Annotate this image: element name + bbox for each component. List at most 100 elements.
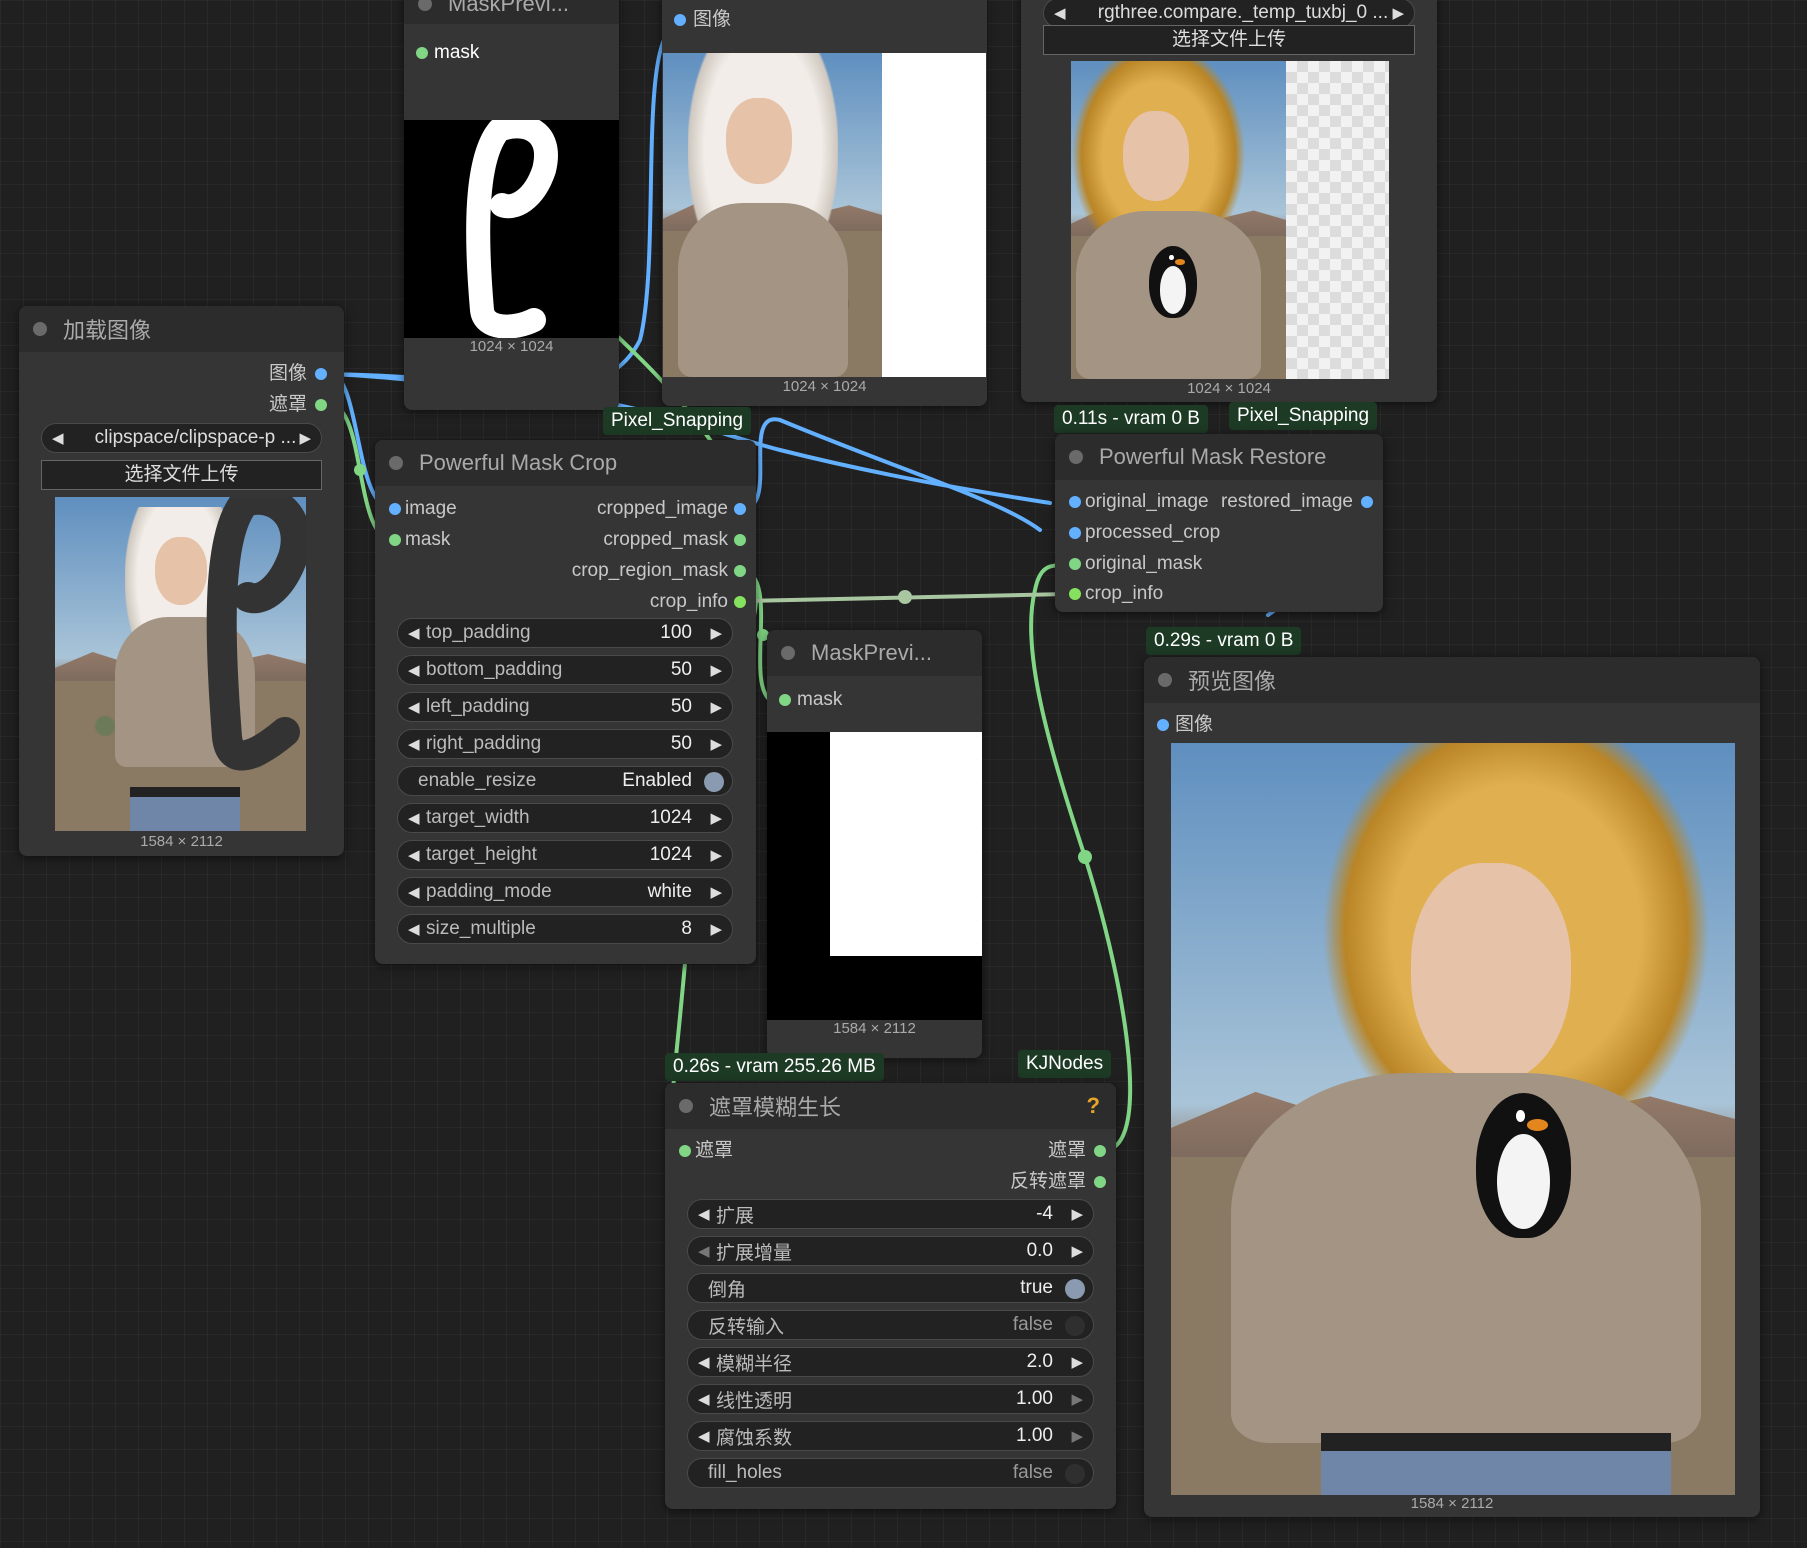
increment-icon[interactable]: ▶: [710, 661, 722, 679]
image-preview-top-node[interactable]: 图像 1024 × 1024: [662, 0, 987, 406]
chevron-left-icon[interactable]: ◀: [1054, 4, 1072, 22]
mask-preview-mid-node[interactable]: MaskPrevi... mask 1584 × 2112: [767, 630, 982, 1058]
input-image[interactable]: 图像: [674, 10, 731, 30]
decrement-icon[interactable]: ◀: [408, 846, 426, 864]
mask-blur-grow-node[interactable]: 遮罩模糊生长 ? 遮罩 遮罩 反转遮罩 ◀ 扩展 -4 ▶ ◀ 扩展增量 0.0…: [665, 1083, 1116, 1509]
decrement-icon[interactable]: ◀: [408, 661, 426, 679]
decrement-icon[interactable]: ◀: [698, 1242, 716, 1260]
image-dimensions: 1584 × 2112: [1410, 1495, 1494, 1512]
widget-decay-factor[interactable]: ◀ 腐蚀系数 1.00 ▶: [687, 1421, 1094, 1451]
increment-icon[interactable]: ▶: [1071, 1427, 1083, 1445]
increment-icon[interactable]: ▶: [1071, 1242, 1083, 1260]
output-crop-region-mask[interactable]: crop_region_mask: [572, 561, 746, 581]
widget-bottom-padding[interactable]: ◀ bottom_padding 50 ▶: [397, 655, 733, 685]
decrement-icon[interactable]: ◀: [408, 698, 426, 716]
widget-invert-input-toggle[interactable]: 反转输入 false: [687, 1310, 1094, 1340]
input-mask[interactable]: mask: [779, 690, 842, 710]
input-image[interactable]: 图像: [1157, 715, 1213, 735]
crop-region-white: [830, 732, 982, 956]
decrement-icon[interactable]: ◀: [408, 883, 426, 901]
widget-expand[interactable]: ◀ 扩展 -4 ▶: [687, 1199, 1094, 1229]
widget-blur-radius[interactable]: ◀ 模糊半径 2.0 ▶: [687, 1347, 1094, 1377]
increment-icon[interactable]: ▶: [710, 698, 722, 716]
increment-icon[interactable]: ▶: [710, 735, 722, 753]
node-title: Powerful Mask Crop: [419, 450, 618, 475]
output-crop-info[interactable]: crop_info: [650, 592, 746, 612]
decrement-icon[interactable]: ◀: [408, 624, 426, 642]
widget-tapered-corners-toggle[interactable]: 倒角 true: [687, 1273, 1094, 1303]
increment-icon[interactable]: ▶: [710, 883, 722, 901]
image-compare-node[interactable]: ◀ rgthree.compare._temp_tuxbj_0 ... ▶ 选择…: [1021, 0, 1437, 402]
toggle-knob[interactable]: [1065, 1316, 1085, 1336]
toggle-knob[interactable]: [704, 772, 724, 792]
output-cropped-mask[interactable]: cropped_mask: [603, 530, 746, 550]
file-select-combo[interactable]: ◀ clipspace/clipspace-p ... ▶: [41, 423, 322, 453]
upload-file-button[interactable]: 选择文件上传: [1043, 25, 1415, 55]
chevron-right-icon[interactable]: ▶: [299, 429, 311, 447]
loaded-image-thumbnail: [55, 497, 306, 831]
input-crop-info[interactable]: crop_info: [1069, 584, 1163, 604]
execution-time-badge: 0.11s - vram 0 B: [1054, 405, 1208, 433]
widget-top-padding[interactable]: ◀ top_padding 100 ▶: [397, 618, 733, 648]
decrement-icon[interactable]: ◀: [698, 1390, 716, 1408]
output-mask[interactable]: 遮罩: [269, 395, 327, 415]
widget-expand-increment[interactable]: ◀ 扩展增量 0.0 ▶: [687, 1236, 1094, 1266]
node-collapse-dot[interactable]: [418, 0, 432, 11]
increment-icon[interactable]: ▶: [710, 624, 722, 642]
output-restored-image[interactable]: restored_image: [1221, 492, 1373, 512]
node-collapse-dot[interactable]: [781, 646, 795, 660]
upload-file-button[interactable]: 选择文件上传: [41, 460, 322, 490]
powerful-mask-restore-node[interactable]: Powerful Mask Restore original_image pro…: [1055, 434, 1383, 612]
widget-left-padding[interactable]: ◀ left_padding 50 ▶: [397, 692, 733, 722]
node-collapse-dot[interactable]: [679, 1099, 693, 1113]
decrement-icon[interactable]: ◀: [408, 809, 426, 827]
input-mask[interactable]: 遮罩: [679, 1141, 733, 1161]
toggle-knob[interactable]: [1065, 1464, 1085, 1484]
widget-size-multiple[interactable]: ◀ size_multiple 8 ▶: [397, 914, 733, 944]
chevron-right-icon[interactable]: ▶: [1392, 4, 1404, 22]
output-mask[interactable]: 遮罩: [1048, 1141, 1106, 1161]
decrement-icon[interactable]: ◀: [698, 1205, 716, 1223]
node-collapse-dot[interactable]: [1158, 673, 1172, 687]
increment-icon[interactable]: ▶: [1071, 1390, 1083, 1408]
increment-icon[interactable]: ▶: [710, 920, 722, 938]
input-mask[interactable]: mask: [416, 43, 479, 63]
input-mask[interactable]: mask: [389, 530, 450, 550]
node-collapse-dot[interactable]: [33, 322, 47, 336]
output-cropped-image[interactable]: cropped_image: [597, 499, 746, 519]
increment-icon[interactable]: ▶: [710, 846, 722, 864]
widget-fill-holes-toggle[interactable]: fill_holes false: [687, 1458, 1094, 1488]
output-inverted-mask[interactable]: 反转遮罩: [1010, 1172, 1106, 1192]
compare-image-thumbnail: [1071, 61, 1389, 379]
toggle-knob[interactable]: [1065, 1279, 1085, 1299]
node-collapse-dot[interactable]: [389, 456, 403, 470]
painted-mask-overlay: [206, 497, 306, 771]
input-original-image[interactable]: original_image: [1069, 492, 1209, 512]
widget-lerp-alpha[interactable]: ◀ 线性透明 1.00 ▶: [687, 1384, 1094, 1414]
decrement-icon[interactable]: ◀: [408, 735, 426, 753]
widget-enable-resize-toggle[interactable]: enable_resize Enabled: [397, 766, 733, 796]
widget-padding-mode[interactable]: ◀ padding_mode white ▶: [397, 877, 733, 907]
widget-target-height[interactable]: ◀ target_height 1024 ▶: [397, 840, 733, 870]
decrement-icon[interactable]: ◀: [698, 1353, 716, 1371]
input-processed-crop[interactable]: processed_crop: [1069, 523, 1220, 543]
mask-preview-top-node[interactable]: MaskPrevi... mask 1024 × 1024: [404, 0, 619, 410]
input-original-mask[interactable]: original_mask: [1069, 554, 1202, 574]
preview-image-node[interactable]: 预览图像 图像 1584 × 2112: [1144, 657, 1760, 1517]
increment-icon[interactable]: ▶: [710, 809, 722, 827]
image-dimensions: 1584 × 2112: [140, 833, 223, 850]
output-image[interactable]: 图像: [269, 364, 327, 384]
decrement-icon[interactable]: ◀: [408, 920, 426, 938]
widget-right-padding[interactable]: ◀ right_padding 50 ▶: [397, 729, 733, 759]
increment-icon[interactable]: ▶: [1071, 1353, 1083, 1371]
increment-icon[interactable]: ▶: [1071, 1205, 1083, 1223]
powerful-mask-crop-node[interactable]: Powerful Mask Crop image mask cropped_im…: [375, 440, 756, 964]
load-image-node[interactable]: 加载图像 图像 遮罩 ◀ clipspace/clipspace-p ... ▶…: [19, 306, 344, 856]
decrement-icon[interactable]: ◀: [698, 1427, 716, 1445]
input-image[interactable]: image: [389, 499, 457, 519]
file-select-combo[interactable]: ◀ rgthree.compare._temp_tuxbj_0 ... ▶: [1043, 0, 1415, 28]
help-icon[interactable]: ?: [1087, 1093, 1100, 1119]
node-collapse-dot[interactable]: [1069, 450, 1083, 464]
widget-target-width[interactable]: ◀ target_width 1024 ▶: [397, 803, 733, 833]
chevron-left-icon[interactable]: ◀: [52, 429, 70, 447]
